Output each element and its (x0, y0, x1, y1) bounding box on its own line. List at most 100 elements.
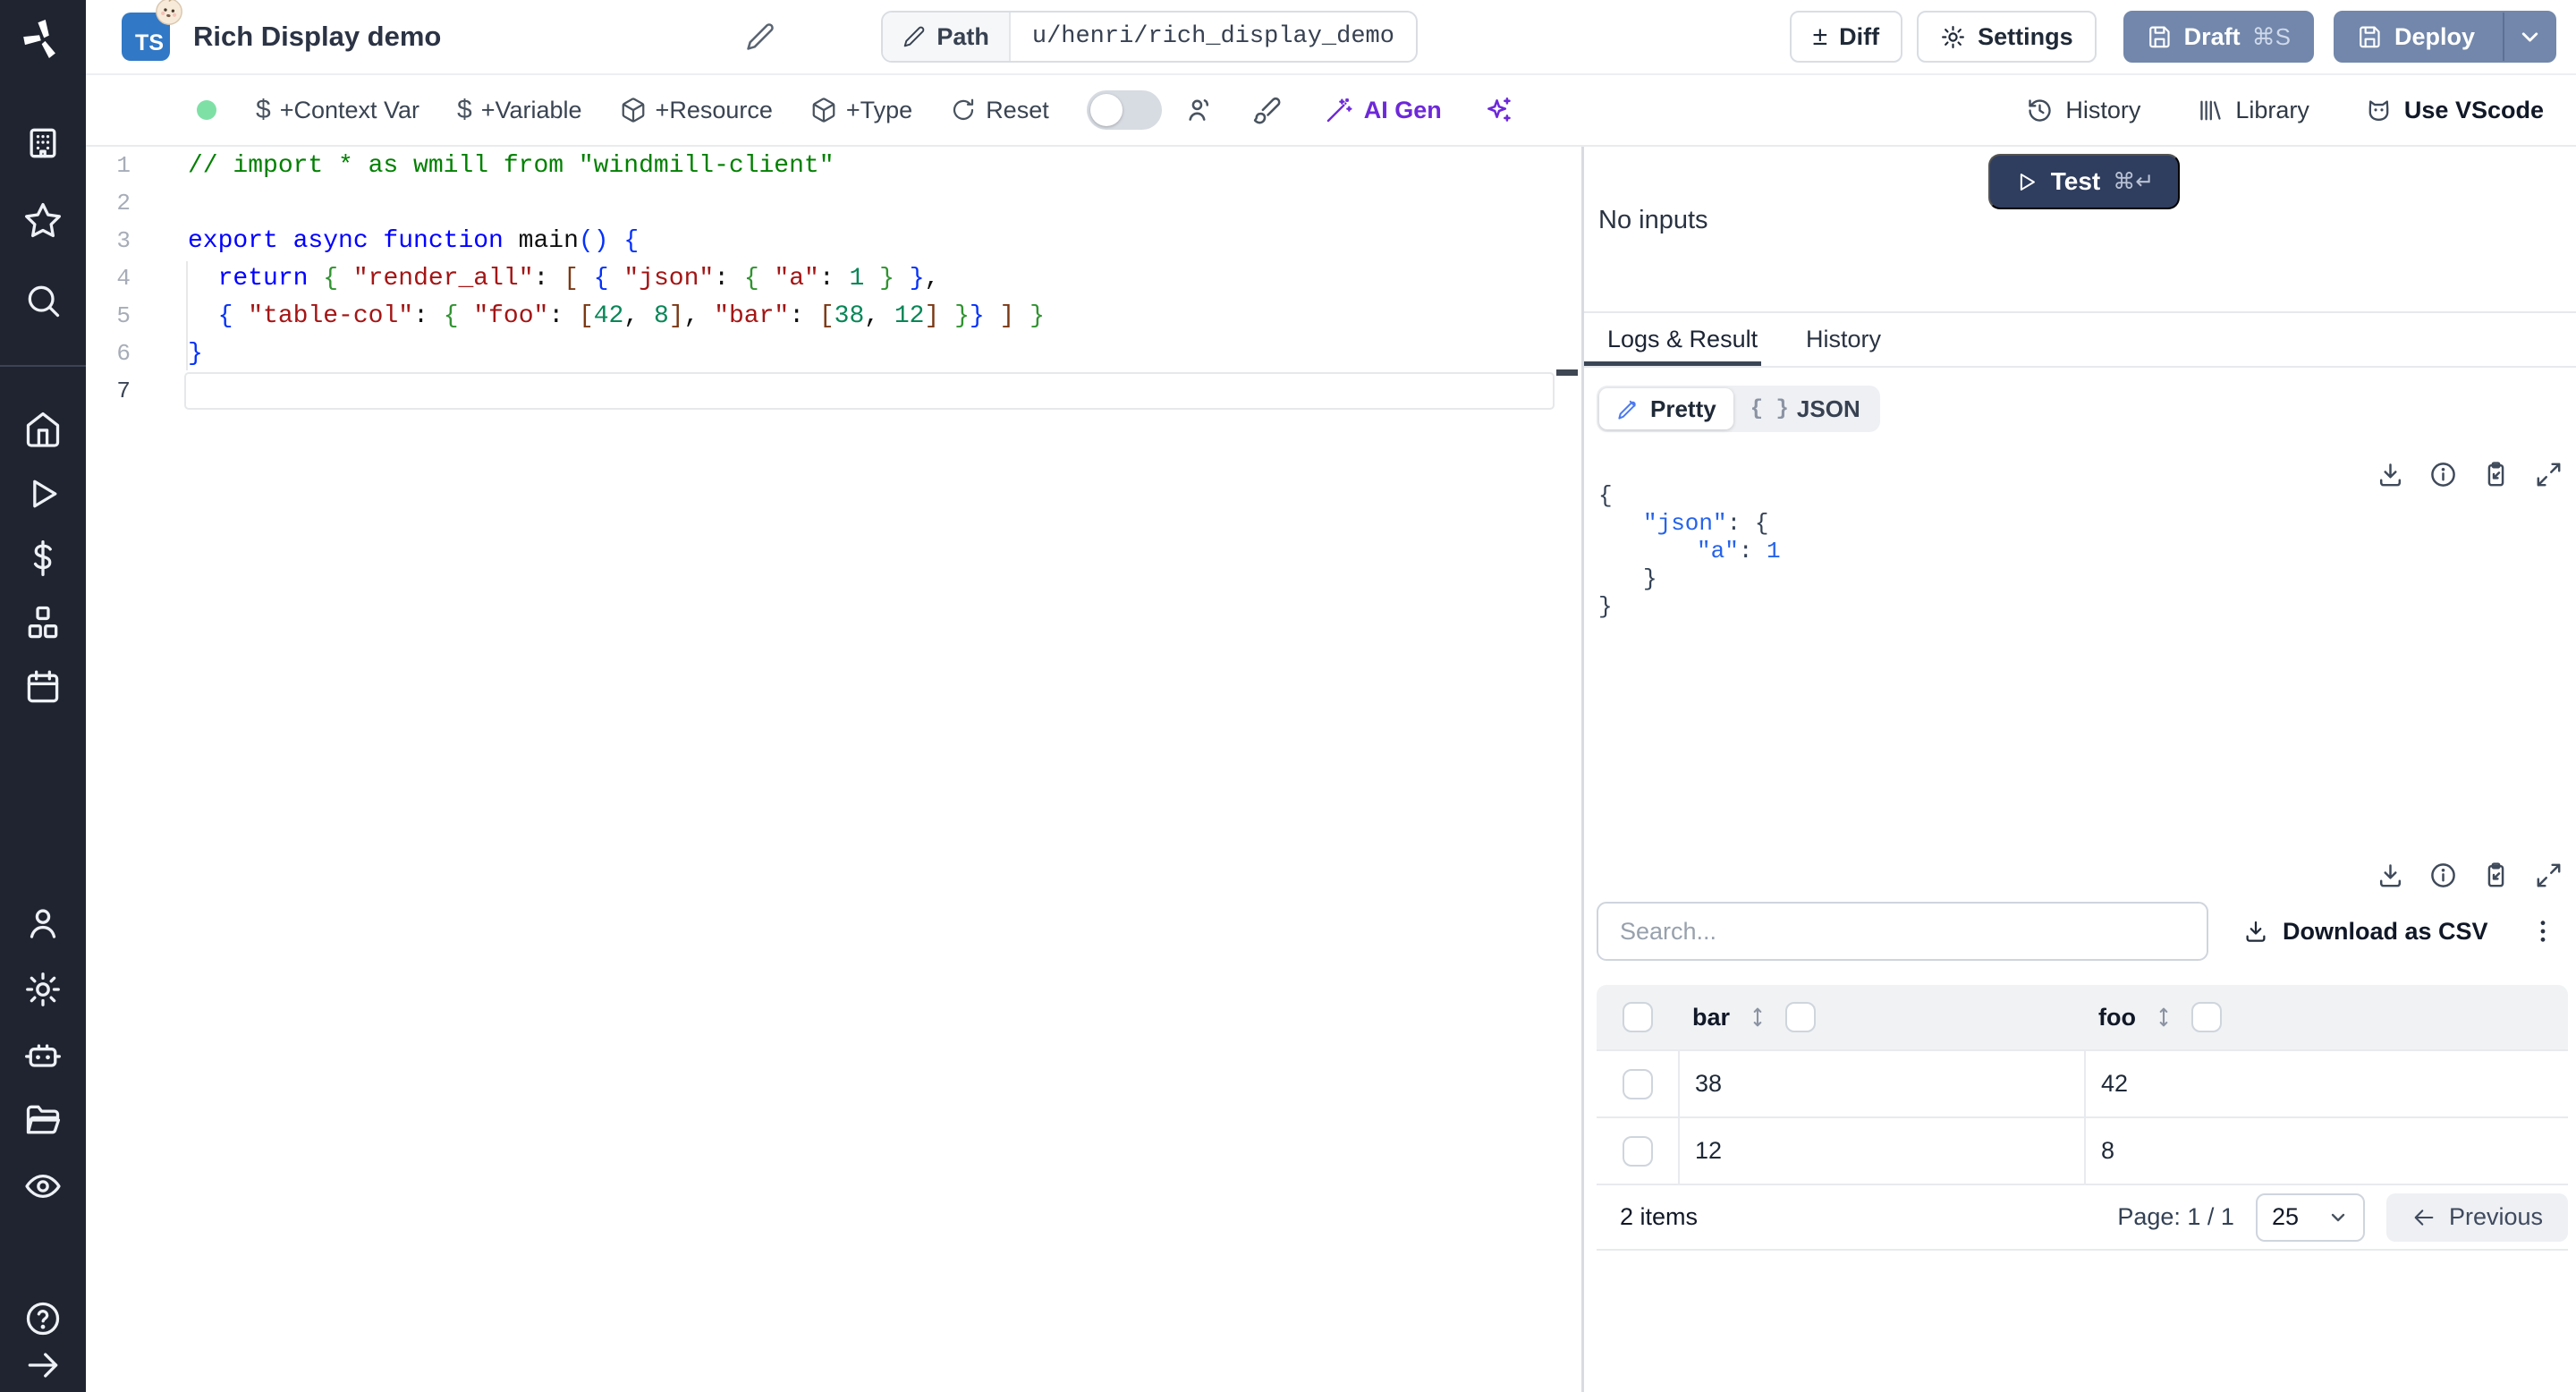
checkbox[interactable] (2190, 1002, 2222, 1032)
sort-icon[interactable] (1745, 1005, 1770, 1030)
page-indicator: Page: 1 / 1 (2117, 1203, 2234, 1230)
expand-icon[interactable] (2534, 861, 2563, 890)
calendar-icon[interactable] (23, 667, 63, 707)
top-header: TS Rich Display demo Path u/henri/rich_d… (86, 0, 2576, 75)
code-line[interactable]: } (188, 335, 1555, 372)
previous-page-button[interactable]: Previous (2385, 1193, 2568, 1242)
play-icon[interactable] (23, 474, 63, 514)
column-header-bar[interactable]: bar (1678, 1002, 2084, 1032)
table-cell: 38 (1678, 1051, 2084, 1116)
table-row[interactable]: 12 8 (1597, 1116, 2568, 1184)
table-actions (2376, 861, 2563, 890)
save-icon (2147, 24, 2173, 50)
line-number: 5 (116, 302, 131, 329)
copy-clipboard-icon[interactable] (2481, 861, 2511, 890)
table-cell: 12 (1678, 1118, 2084, 1184)
code-line[interactable]: // import * as wmill from "windmill-clie… (188, 147, 1555, 184)
chevron-down-icon (2327, 1207, 2349, 1228)
play-icon (2014, 170, 2038, 194)
code-editor[interactable]: 1 2 3 4 5 6 7 // import * as wmill from "windm… (86, 147, 1581, 1392)
tab-history[interactable]: History (1806, 326, 1881, 353)
package-icon (810, 97, 837, 123)
arrow-right-icon[interactable] (23, 1345, 63, 1385)
page-size-select[interactable]: 25 (2255, 1193, 2365, 1242)
ai-sparkles-icon[interactable] (1483, 95, 1513, 125)
buildings-icon[interactable] (23, 123, 63, 163)
expand-icon[interactable] (2534, 460, 2563, 489)
download-icon[interactable] (2376, 460, 2405, 489)
json-result-line: "a": 1 (1697, 538, 1781, 564)
pencil-icon (902, 25, 926, 48)
table-footer: 2 items Page: 1 / 1 25 Previous (1597, 1184, 2568, 1251)
path-chip[interactable]: Path u/henri/rich_display_demo (881, 11, 1418, 63)
search-icon[interactable] (23, 281, 63, 320)
home-icon[interactable] (23, 410, 63, 449)
tab-logs-result[interactable]: Logs & Result (1607, 326, 1758, 353)
info-icon[interactable] (2428, 861, 2458, 890)
library-button[interactable]: Library (2196, 97, 2309, 124)
checkbox[interactable] (1785, 1002, 1817, 1032)
collaborators-icon[interactable] (1185, 95, 1216, 125)
format-brush-icon[interactable] (1251, 95, 1282, 125)
draft-button[interactable]: Draft ⌘S (2123, 11, 2314, 63)
line-number: 6 (116, 340, 131, 367)
add-variable-button[interactable]: $ +Variable (457, 95, 582, 125)
history-button[interactable]: History (2026, 97, 2140, 124)
user-icon[interactable] (23, 904, 63, 943)
test-button[interactable]: Test ⌘↵ (1988, 154, 2180, 209)
table-menu-kebab-icon[interactable] (2523, 909, 2563, 954)
download-csv-button[interactable]: Download as CSV (2242, 909, 2488, 954)
line-number: 7 (116, 378, 131, 404)
reset-button[interactable]: Reset (950, 97, 1049, 124)
table-header-row: bar foo (1597, 985, 2568, 1049)
save-icon (2357, 24, 2383, 50)
json-result-line: "json": { (1643, 510, 1769, 537)
code-line[interactable] (188, 372, 1555, 410)
settings-button[interactable]: Settings (1917, 11, 2097, 63)
use-vscode-button[interactable]: Use VScode (2365, 97, 2544, 124)
multiplayer-toggle[interactable] (1086, 90, 1162, 130)
checkbox[interactable] (1622, 1068, 1653, 1099)
diff-button[interactable]: ± Diff (1789, 11, 1903, 63)
star-icon[interactable] (23, 200, 63, 240)
checkbox[interactable] (1622, 1135, 1653, 1167)
gear-icon[interactable] (23, 970, 63, 1009)
robot-icon[interactable] (23, 1036, 63, 1075)
deploy-dropdown-chevron[interactable] (2503, 13, 2555, 61)
download-icon[interactable] (2376, 861, 2405, 890)
deploy-button[interactable]: Deploy (2333, 11, 2556, 63)
add-context-var-button[interactable]: $ +Context Var (256, 95, 419, 125)
column-header-foo[interactable]: foo (2084, 1002, 2568, 1032)
code-line[interactable]: export async function main() { (188, 222, 1555, 259)
path-chip-label[interactable]: Path (883, 13, 1011, 61)
eye-icon[interactable] (23, 1167, 63, 1206)
sort-icon[interactable] (2151, 1005, 2176, 1030)
copy-clipboard-icon[interactable] (2481, 460, 2511, 489)
folder-icon[interactable] (23, 1100, 63, 1140)
status-dot (197, 100, 216, 120)
code-line[interactable] (188, 184, 1555, 222)
test-shortcut: ⌘↵ (2113, 169, 2155, 194)
cubes-icon[interactable] (23, 603, 63, 642)
pretty-view-button[interactable]: Pretty (1599, 388, 1733, 429)
plus-minus-icon: ± (1812, 21, 1828, 51)
table-row[interactable]: 38 42 (1597, 1049, 2568, 1116)
add-type-button[interactable]: +Type (810, 97, 912, 124)
table-cell: 42 (2084, 1051, 2568, 1116)
dollar-icon[interactable] (23, 539, 63, 578)
code-line[interactable]: { "table-col": { "foo": [42, 8], "bar": … (188, 297, 1555, 335)
info-icon[interactable] (2428, 460, 2458, 489)
refresh-icon (950, 97, 977, 123)
edit-summary-pencil-icon[interactable] (745, 21, 775, 52)
ai-gen-button[interactable]: AI Gen (1325, 96, 1442, 124)
windmill-logo-icon[interactable] (21, 18, 64, 61)
code-line[interactable]: return { "render_all": [ { "json": { "a"… (188, 259, 1555, 297)
download-icon (2242, 918, 2269, 945)
add-resource-button[interactable]: +Resource (620, 97, 773, 124)
checkbox[interactable] (1622, 1002, 1653, 1032)
table-search-input[interactable] (1597, 902, 2208, 961)
line-number: 3 (116, 227, 131, 254)
json-view-button[interactable]: { } JSON (1733, 395, 1877, 423)
help-icon[interactable] (23, 1299, 63, 1338)
baby-face-icon (152, 0, 186, 29)
